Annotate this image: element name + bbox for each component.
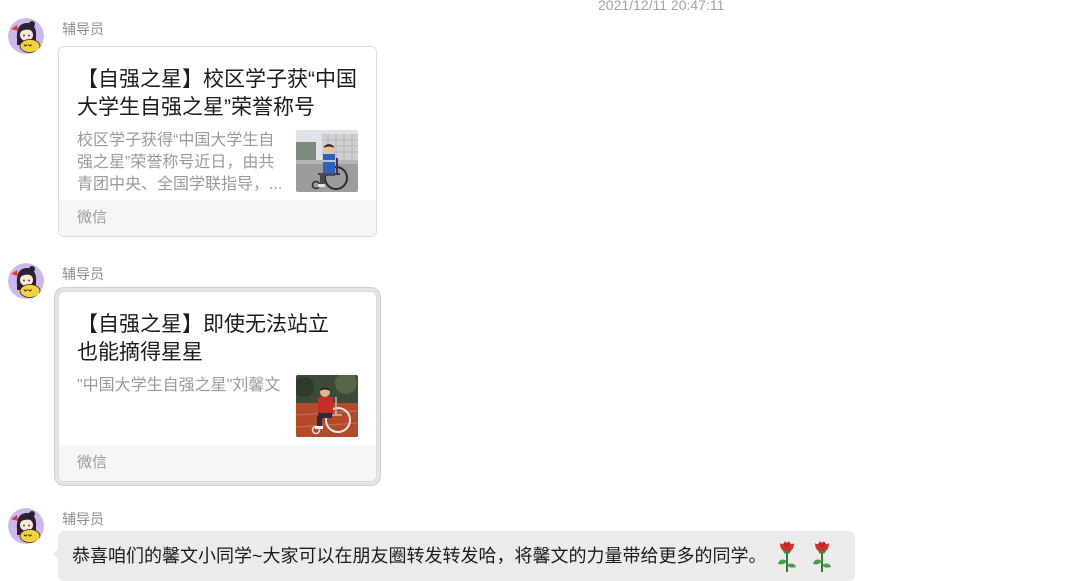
article-thumbnail — [296, 130, 358, 192]
sender-name: 辅导员 — [62, 21, 104, 37]
sender-name: 辅导员 — [62, 511, 104, 527]
bubble-tail — [53, 549, 58, 559]
sender-name: 辅导员 — [62, 266, 104, 282]
avatar-icon — [8, 263, 44, 299]
chat-message: 辅导员 【自强之星】即使无法站立 也能摘得星星 "中国大学生自强之星"刘馨文 微… — [0, 263, 1091, 482]
message-text: 恭喜咱们的馨文小同学~大家可以在朋友圈转发转发哈，将馨文的力量带给更多的同学。 — [72, 546, 767, 566]
avatar-icon — [8, 18, 44, 54]
article-body: 校区学子获得“中国大学生自强之星”荣誉称号近日，由共青团中央、全国学联指导，..… — [77, 130, 358, 193]
chat-message-list: 2021/12/11 20:47:11 辅导员 【自强之星】校区学子获“中国大学… — [0, 0, 1091, 581]
text-message-bubble[interactable]: 恭喜咱们的馨文小同学~大家可以在朋友圈转发转发哈，将馨文的力量带给更多的同学。 — [53, 531, 855, 581]
article-thumbnail — [296, 375, 358, 437]
article-link-card[interactable]: 【自强之星】校区学子获“中国大学生自强之星”荣誉称号 校区学子获得“中国大学生自… — [58, 46, 377, 237]
article-source: 微信 — [59, 200, 376, 236]
rose-emoji-icon — [776, 539, 798, 573]
article-title: 【自强之星】即使无法站立 也能摘得星星 — [77, 313, 329, 364]
chat-message: 辅导员 恭喜咱们的馨文小同学~大家可以在朋友圈转发转发哈，将馨文的力量带给更多的… — [0, 508, 1091, 581]
sender-avatar[interactable] — [8, 18, 44, 54]
avatar-icon — [8, 508, 44, 544]
article-title: 【自强之星】校区学子获“中国大学生自强之星”荣誉称号 — [77, 68, 357, 119]
sender-avatar[interactable] — [8, 508, 44, 544]
chat-message: 辅导员 【自强之星】校区学子获“中国大学生自强之星”荣誉称号 校区学子获得“中国… — [0, 18, 1091, 237]
article-link-card[interactable]: 【自强之星】即使无法站立 也能摘得星星 "中国大学生自强之星"刘馨文 微信 — [58, 291, 377, 482]
sender-avatar[interactable] — [8, 263, 44, 299]
article-body: "中国大学生自强之星"刘馨文 — [77, 375, 358, 437]
emoji-row — [767, 539, 833, 573]
rose-emoji-icon — [811, 539, 833, 573]
article-source: 微信 — [59, 445, 376, 481]
article-description: 校区学子获得“中国大学生自强之星”荣誉称号近日，由共青团中央、全国学联指导，..… — [77, 132, 283, 193]
article-description: "中国大学生自强之星"刘馨文 — [77, 377, 281, 394]
message-timestamp: 2021/12/11 20:47:11 — [598, 0, 725, 13]
